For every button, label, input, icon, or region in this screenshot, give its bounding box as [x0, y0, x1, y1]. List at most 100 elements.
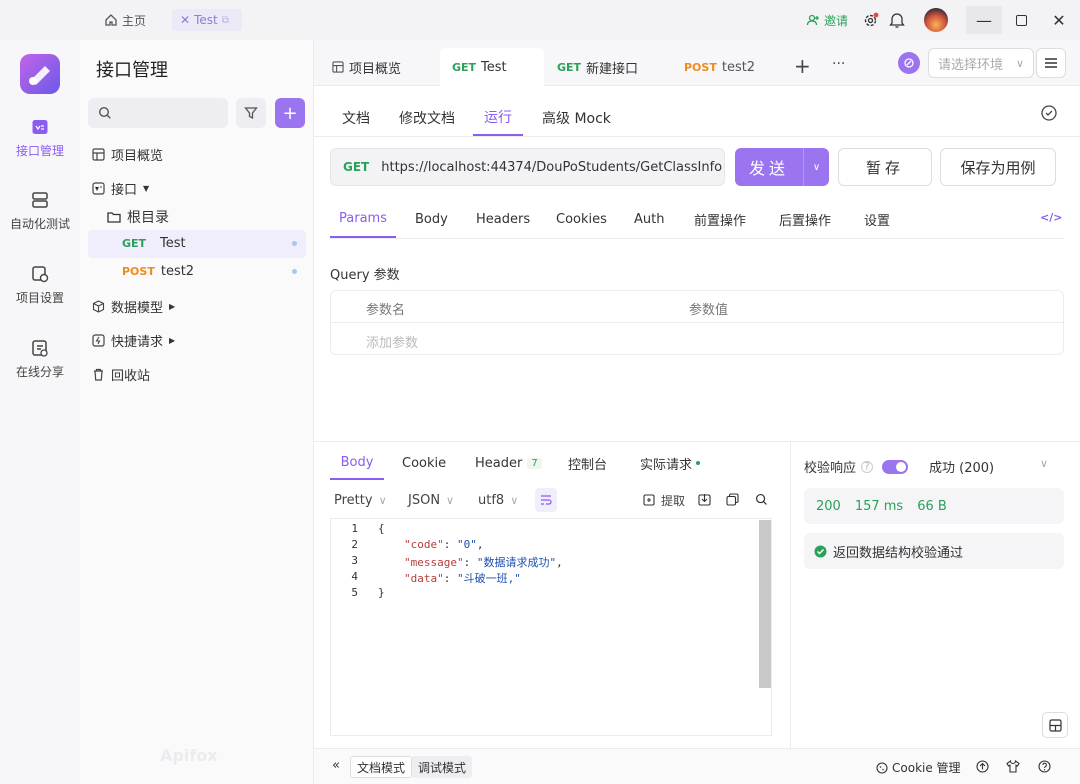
response-tab-console[interactable]: 控制台 [568, 446, 607, 480]
response-tab-actual[interactable]: 实际请求 [640, 446, 701, 480]
maximize-button[interactable] [1003, 6, 1039, 34]
send-button[interactable]: 发送 ∨ [735, 148, 829, 186]
tree-item-quick[interactable]: 快捷请求 ▶ [92, 331, 175, 350]
param-tab-params[interactable]: Params [330, 200, 396, 238]
line-number: 4 [351, 570, 358, 583]
chevron-down-icon[interactable]: ∨ [1040, 457, 1048, 470]
chevron-down-icon[interactable]: ∨ [804, 162, 829, 173]
history-icon[interactable] [1040, 104, 1058, 122]
param-tab-auth[interactable]: Auth [634, 200, 664, 238]
tree-item-root[interactable]: 根目录 [107, 207, 169, 227]
minimize-button[interactable]: — [966, 6, 1002, 34]
method-select[interactable]: GET [343, 160, 369, 174]
close-icon[interactable]: ✕ [180, 13, 190, 27]
tree-item-get-test[interactable]: GET Test [122, 236, 186, 251]
tree-item-overview[interactable]: 项目概览 [92, 145, 163, 164]
search-icon[interactable] [755, 493, 768, 506]
cookie-manage-button[interactable]: Cookie 管理 [876, 759, 961, 776]
param-tab-body[interactable]: Body [415, 200, 448, 238]
more-tabs-button[interactable]: ··· [832, 56, 845, 72]
title-bar [0, 0, 1080, 40]
help-icon[interactable] [1038, 760, 1051, 773]
invite-button[interactable]: 邀请 [806, 8, 848, 32]
line-number: 1 [351, 522, 358, 535]
notification-bell-icon[interactable] [889, 11, 905, 29]
type-select[interactable]: JSON ∨ [408, 488, 454, 512]
response-tab-cookie[interactable]: Cookie [402, 446, 446, 480]
param-tab-cookies[interactable]: Cookies [556, 200, 607, 238]
param-tab-headers[interactable]: Headers [476, 200, 530, 238]
subtab-mock[interactable]: 高级 Mock [542, 100, 611, 136]
menu-button[interactable] [1036, 48, 1066, 78]
copy-icon[interactable]: ⧉ [222, 15, 229, 26]
send-label: 发送 [748, 159, 789, 178]
tree-item-models[interactable]: 数据模型 ▶ [92, 297, 175, 316]
cube-icon [92, 300, 105, 313]
overview-icon [92, 148, 105, 161]
tab-overview[interactable]: 项目概览 [320, 48, 413, 86]
code-view-icon[interactable]: </> [1040, 211, 1062, 224]
upload-icon[interactable] [976, 760, 989, 773]
user-avatar[interactable] [924, 8, 948, 32]
invite-user-icon [806, 13, 820, 27]
shirt-icon[interactable] [1006, 760, 1020, 773]
subtab-run[interactable]: 运行 [473, 100, 523, 136]
hamburger-icon [1045, 58, 1057, 68]
save-button[interactable]: 暂存 [838, 148, 932, 186]
search-input[interactable] [88, 98, 228, 128]
tab-new-api[interactable]: GET 新建接口 [545, 48, 650, 86]
save-as-case-button[interactable]: 保存为用例 [940, 148, 1056, 186]
home-tab[interactable]: 主页 [104, 10, 146, 30]
rail-item-settings[interactable]: 项目设置 [0, 265, 80, 306]
download-icon[interactable] [698, 493, 711, 506]
new-tab-button[interactable]: + [794, 54, 811, 78]
response-tab-body[interactable]: Body [330, 446, 384, 480]
caret-right-icon: ▶ [169, 336, 176, 345]
param-tab-settings[interactable]: 设置 [864, 200, 890, 238]
validate-response-toggle[interactable]: 校验响应 ? [804, 457, 909, 476]
sidebar-title: 接口管理 [96, 60, 168, 81]
param-tab-pre[interactable]: 前置操作 [694, 200, 746, 238]
close-window-button[interactable]: ✕ [1041, 6, 1077, 34]
param-tab-post[interactable]: 后置操作 [779, 200, 831, 238]
extract-button[interactable]: 提取 [643, 488, 685, 512]
rail-item-automation[interactable]: 自动化测试 [0, 191, 80, 232]
layout-toggle-button[interactable] [1042, 712, 1068, 738]
format-select[interactable]: Pretty ∨ [334, 488, 387, 512]
subtab-doc[interactable]: 文档 [342, 100, 370, 136]
add-button[interactable]: + [275, 98, 305, 128]
tree-item-post-test2[interactable]: POST test2 [122, 264, 194, 279]
response-code-editor[interactable] [330, 518, 772, 736]
json-key: "message" [404, 556, 464, 569]
tree-item-trash[interactable]: 回收站 [92, 365, 150, 384]
url-bar[interactable]: GET https://localhost:44374/DouPoStudent… [330, 148, 725, 186]
folder-icon [107, 211, 121, 223]
tab-post-test2[interactable]: POST test2 [672, 48, 767, 86]
collapse-icon[interactable]: « [332, 758, 340, 773]
tree-selected-highlight [88, 230, 306, 258]
scrollbar[interactable] [759, 520, 771, 688]
wrap-toggle[interactable] [535, 488, 557, 512]
rail-item-api[interactable]: 接口管理 [0, 118, 80, 159]
add-param-input[interactable]: 添加参数 [366, 332, 418, 351]
tab-get-test[interactable]: GET Test [440, 48, 544, 86]
doc-mode-button[interactable]: 文档模式 [350, 756, 413, 778]
tree-item-interface[interactable]: 接口 ▼ [92, 179, 149, 198]
toggle-switch[interactable] [882, 459, 909, 474]
environment-select[interactable]: 请选择环境 ∨ [928, 48, 1034, 78]
type-value: JSON [408, 492, 441, 508]
copy-icon[interactable] [726, 493, 739, 506]
chevron-down-icon: ∨ [510, 493, 519, 507]
url-input[interactable]: https://localhost:44374/DouPoStudents/Ge… [381, 160, 722, 175]
rail-item-share[interactable]: 在线分享 [0, 339, 80, 380]
test-window-tab[interactable]: ✕ Test ⧉ [172, 9, 242, 31]
env-manage-button[interactable] [898, 52, 920, 74]
settings-gear-icon[interactable] [862, 12, 879, 29]
filter-button[interactable] [236, 98, 266, 128]
debug-mode-button[interactable]: 调试模式 [412, 756, 473, 778]
response-tab-header[interactable]: Header 7 [475, 446, 542, 480]
encoding-select[interactable]: utf8 ∨ [478, 488, 518, 512]
share-icon [31, 339, 49, 357]
validate-status-select[interactable]: 成功 (200) [929, 457, 994, 476]
subtab-edit-doc[interactable]: 修改文档 [399, 100, 455, 136]
